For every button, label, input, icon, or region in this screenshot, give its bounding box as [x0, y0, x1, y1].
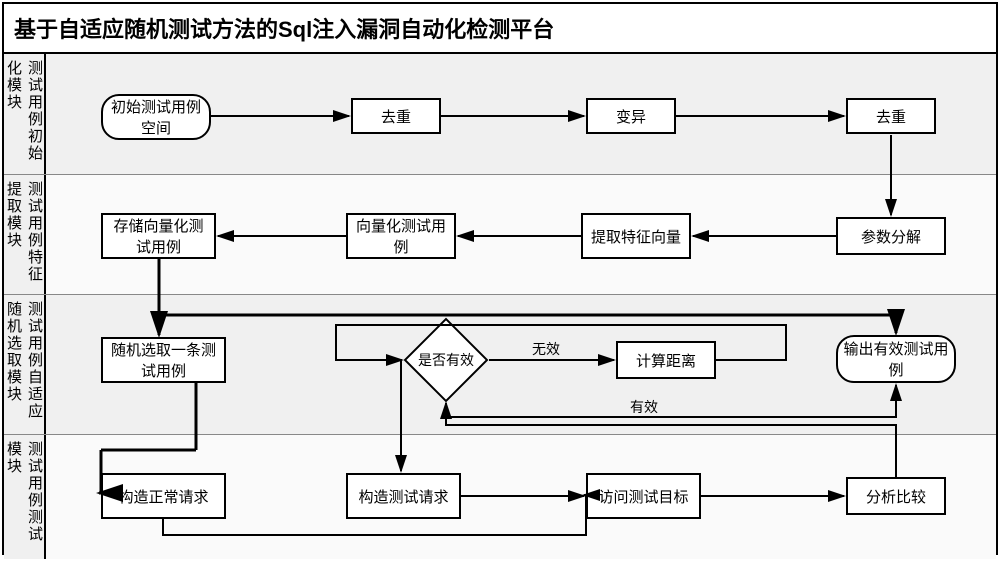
node-output: 输出有效测试用例 — [836, 335, 956, 383]
node-dedup1: 去重 — [351, 98, 441, 134]
edge-label-invalid: 无效 — [532, 339, 560, 359]
node-access: 访问测试目标 — [586, 473, 701, 519]
node-build-test: 构造测试请求 — [346, 473, 461, 519]
lane-label-adaptive: 测试用例自适应随机选取模块 — [4, 295, 46, 434]
node-extract-feat: 提取特征向量 — [581, 213, 691, 259]
lane-feature: 测试用例特征提取模块 存储向量化测试用例 向量化测试用例 提取特征向量 参数分解 — [4, 174, 996, 294]
lane-label-test: 测试用例测试模块 — [4, 435, 46, 559]
node-init-space: 初始测试用例空间 — [101, 94, 211, 140]
node-calc-dist: 计算距离 — [616, 341, 716, 379]
lane-area: 测试用例初始化模块 初始测试用例空间 去重 变异 去重 测试用例特征提取模块 存… — [4, 54, 996, 559]
lane-adaptive: 测试用例自适应随机选取模块 随机选取一条测试用例 是否有效 计算距离 输出有效测… — [4, 294, 996, 434]
node-dedup2: 去重 — [846, 98, 936, 134]
diagram-container: 基于自适应随机测试方法的Sql注入漏洞自动化检测平台 测试用例初始化模块 初始测… — [2, 2, 998, 555]
diagram-title: 基于自适应随机测试方法的Sql注入漏洞自动化检测平台 — [4, 4, 996, 54]
lane-test: 测试用例测试模块 构造正常请求 构造测试请求 访问测试目标 分析比较 — [4, 434, 996, 559]
node-build-normal: 构造正常请求 — [101, 473, 226, 519]
lane-label-init: 测试用例初始化模块 — [4, 54, 46, 174]
node-param-decomp: 参数分解 — [836, 217, 946, 255]
lane-label-feature: 测试用例特征提取模块 — [4, 175, 46, 294]
node-mutate: 变异 — [586, 98, 676, 134]
edge-label-valid: 有效 — [630, 397, 658, 417]
node-vec-case: 向量化测试用例 — [346, 213, 456, 259]
node-store-vec: 存储向量化测试用例 — [101, 213, 216, 259]
node-valid-decision: 是否有效 — [416, 330, 476, 390]
lane-init: 测试用例初始化模块 初始测试用例空间 去重 变异 去重 — [4, 54, 996, 174]
node-rand-pick: 随机选取一条测试用例 — [101, 337, 226, 383]
node-analyze: 分析比较 — [846, 477, 946, 515]
